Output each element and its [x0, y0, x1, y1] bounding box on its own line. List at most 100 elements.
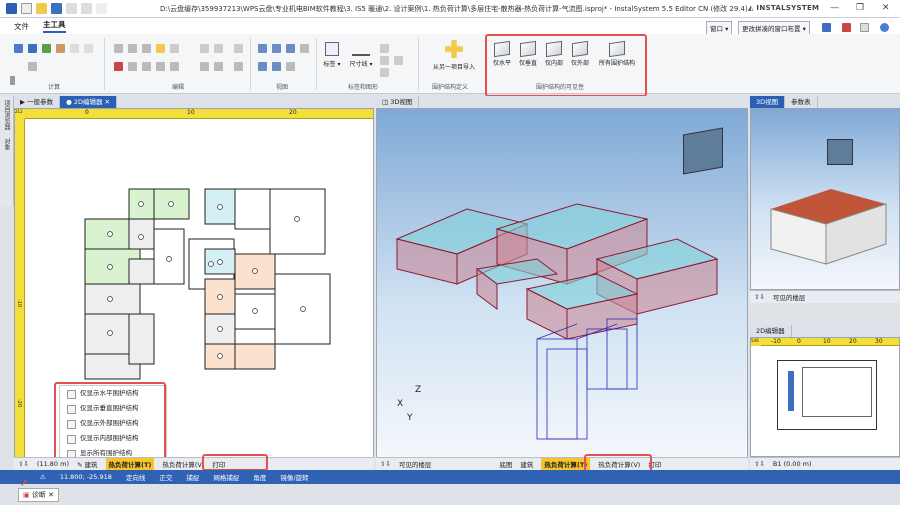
menu-home[interactable]: 主工具 [43, 19, 66, 33]
right-bottom-bar: ⇧⇩ B1 (0.00 m) [750, 457, 900, 470]
arrow-up-icon[interactable]: ⇧⇩ [18, 460, 29, 468]
tab-heatload-v[interactable]: 热负荷计算(V) [162, 459, 204, 469]
tab-2d-editor[interactable]: ● 2D编辑器 ✕ [60, 96, 117, 108]
shape-icon[interactable] [380, 56, 389, 65]
minimize-icon[interactable]: — [830, 3, 839, 13]
level-select[interactable]: (11.80 m) [37, 460, 69, 468]
title-bar: D:\云盘缓存\359937213\WPS云盘\专业机电BIM软件教程\3. I… [0, 0, 900, 18]
left-tab-bar: ▶ 一般参数 ● 2D编辑器 ✕ [14, 96, 374, 108]
tab-3d-small[interactable]: 3D视图 [750, 96, 786, 108]
settings-icon[interactable] [842, 23, 851, 32]
edit-icon[interactable] [214, 44, 223, 53]
dimension-button[interactable]: 尺寸线 ▾ [348, 42, 374, 68]
open-folder-icon[interactable] [36, 3, 47, 14]
shape-icon[interactable] [380, 68, 389, 77]
visible-floors-select[interactable]: 可见的楼层 [773, 292, 806, 302]
arrow-up-icon[interactable]: ⇧⇩ [754, 460, 765, 468]
group-edit-label: 编辑 [172, 84, 185, 91]
copy-icon[interactable] [128, 62, 137, 71]
arrow-up-icon[interactable]: ⇧⇩ [380, 460, 391, 468]
help-icon[interactable] [880, 23, 889, 32]
edit-icon[interactable] [114, 44, 123, 53]
status-item[interactable]: 镜像/旋转 [280, 472, 308, 482]
tab-floor[interactable]: 底图 [499, 459, 512, 469]
arrow-up-icon[interactable]: ⇧⇩ [754, 293, 765, 301]
shape-icon[interactable] [394, 56, 403, 65]
expand-icon[interactable] [10, 76, 15, 85]
calc-icon[interactable] [56, 44, 65, 53]
tab-heatload-t[interactable]: 热负荷计算(T) [105, 458, 155, 470]
edit-icon[interactable] [234, 44, 243, 53]
tab-diagnostics[interactable]: ▣ 诊断 ✕ [18, 488, 59, 502]
status-item[interactable]: 定向线 [126, 472, 146, 482]
view-icon[interactable] [286, 62, 295, 71]
zoom-icon[interactable] [272, 62, 281, 71]
paste-icon[interactable] [142, 62, 151, 71]
edit-icon[interactable] [214, 62, 223, 71]
edit-icon[interactable] [156, 62, 165, 71]
calc-icon[interactable] [70, 44, 79, 53]
edit-icon[interactable] [170, 44, 179, 53]
visible-floors-select[interactable]: 可见的楼层 [399, 459, 432, 469]
side-dock: 项目浏览器 对象 [0, 96, 14, 206]
save-icon[interactable] [51, 3, 62, 14]
status-item[interactable]: 正交 [159, 472, 172, 482]
close-icon[interactable]: ✕ [882, 3, 890, 13]
group-annot-label: 标签和图形 [348, 84, 379, 91]
side-tab-project[interactable]: 项目浏览器 [0, 96, 13, 134]
edit-icon[interactable] [128, 44, 137, 53]
tab-building[interactable]: 建筑 [520, 459, 533, 469]
edit-icon[interactable] [156, 44, 165, 53]
label-button[interactable]: 标签 ▾ [322, 42, 342, 68]
tab-3d-view[interactable]: ◫ 3D视图 [376, 96, 420, 108]
zoom-out-icon[interactable] [272, 44, 281, 53]
zoom-in-icon[interactable] [258, 44, 267, 53]
view-icon[interactable] [300, 44, 309, 53]
calc-icon[interactable] [42, 44, 51, 53]
edit-icon[interactable] [200, 44, 209, 53]
window-button[interactable]: 窗口 ▾ [706, 21, 733, 35]
calc-icon[interactable] [28, 44, 37, 53]
dropdown-icon[interactable] [96, 3, 107, 14]
calc-icon[interactable] [28, 62, 37, 71]
drawing-sheet [777, 360, 877, 430]
ribbon: 计算 编辑 视图 标签 ▾ 尺寸线 ▾ 标签和图形 从另一项目导入 围护结构定义… [0, 34, 900, 94]
right-2d-tab-bar: 2D编辑器 [750, 325, 900, 337]
cut-icon[interactable] [114, 62, 123, 71]
import-button[interactable]: 从另一项目导入 [424, 40, 484, 71]
edit-icon[interactable] [200, 62, 209, 71]
tab-building[interactable]: ✎ 建筑 [77, 459, 98, 469]
status-item[interactable]: 角度 [253, 472, 266, 482]
redo-icon[interactable] [81, 3, 92, 14]
edit-icon[interactable] [234, 62, 243, 71]
view-cube-icon[interactable] [827, 139, 853, 165]
tab-params-small[interactable]: 参数表 [785, 96, 818, 108]
view-3d-panel[interactable]: Z X Y [376, 108, 748, 458]
building-3d-model [395, 203, 719, 440]
edit-icon[interactable] [142, 44, 151, 53]
side-tab-objects[interactable]: 对象 [0, 134, 13, 154]
maximize-icon[interactable]: ❐ [856, 3, 864, 13]
menu-file[interactable]: 文件 [14, 21, 29, 32]
editor-2d-small-panel[interactable]: -10 0 10 20 30 548 [750, 337, 900, 457]
status-item[interactable]: 网格捕捉 [213, 472, 239, 482]
layout-icon[interactable] [822, 23, 831, 32]
right-tab-bar: 3D视图 参数表 [750, 96, 900, 108]
tab-2d-small[interactable]: 2D编辑器 [750, 325, 792, 337]
level-select[interactable]: B1 (0.00 m) [773, 460, 812, 468]
edit-icon[interactable] [170, 62, 179, 71]
text-icon[interactable] [380, 44, 389, 53]
view-3d-small-panel[interactable] [750, 108, 900, 290]
panel-icon[interactable] [860, 23, 869, 32]
calc-icon[interactable] [14, 44, 23, 53]
layout-button[interactable]: 更改拼凑的窗口布置 ▾ [738, 21, 810, 35]
tab-params[interactable]: ▶ 一般参数 [14, 96, 61, 108]
undo-icon[interactable] [66, 3, 77, 14]
calc-icon[interactable] [84, 44, 93, 53]
tab-heatload-t[interactable]: 热负荷计算(T) [541, 458, 591, 470]
new-icon[interactable] [21, 3, 32, 14]
zoom-icon[interactable] [286, 44, 295, 53]
highlight-box [202, 454, 268, 471]
zoom-icon[interactable] [258, 62, 267, 71]
status-item[interactable]: 捕捉 [186, 472, 199, 482]
